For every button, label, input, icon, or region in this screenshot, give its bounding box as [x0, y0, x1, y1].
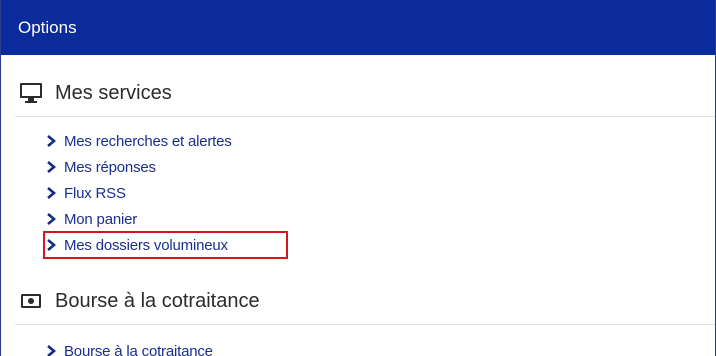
link-bourse-cotraitance[interactable]: Bourse à la cotraitance: [64, 343, 213, 356]
link-mes-reponses[interactable]: Mes réponses: [64, 159, 156, 176]
chevron-right-icon: [46, 161, 64, 173]
section-title-text: Mes services: [55, 81, 172, 104]
section-mes-services: Mes services: [19, 78, 172, 108]
link-mon-panier[interactable]: Mon panier: [64, 211, 137, 228]
divider: [15, 116, 715, 117]
cotraitance-list: Bourse à la cotraitance: [46, 338, 213, 356]
link-flux-rss[interactable]: Flux RSS: [64, 185, 126, 202]
list-item[interactable]: Mes réponses: [46, 154, 232, 180]
list-item[interactable]: Mes recherches et alertes: [46, 128, 232, 154]
panel-header: Options: [1, 0, 715, 55]
link-mes-recherches[interactable]: Mes recherches et alertes: [64, 133, 232, 150]
options-panel: Options Mes services Mes recherches et a…: [0, 0, 716, 356]
list-item[interactable]: Bourse à la cotraitance: [46, 338, 213, 356]
divider: [15, 324, 715, 325]
list-item[interactable]: Mon panier: [46, 206, 232, 232]
chevron-right-icon: [46, 187, 64, 199]
panel-title: Options: [18, 18, 77, 37]
chevron-right-icon: [46, 345, 64, 356]
section-title-text: Bourse à la cotraitance: [55, 289, 260, 312]
banknote-icon: [19, 291, 43, 311]
highlight-box: [43, 231, 288, 259]
section-bourse-cotraitance: Bourse à la cotraitance: [19, 286, 260, 316]
chevron-right-icon: [46, 213, 64, 225]
list-item[interactable]: Flux RSS: [46, 180, 232, 206]
monitor-icon: [19, 82, 43, 104]
chevron-right-icon: [46, 135, 64, 147]
